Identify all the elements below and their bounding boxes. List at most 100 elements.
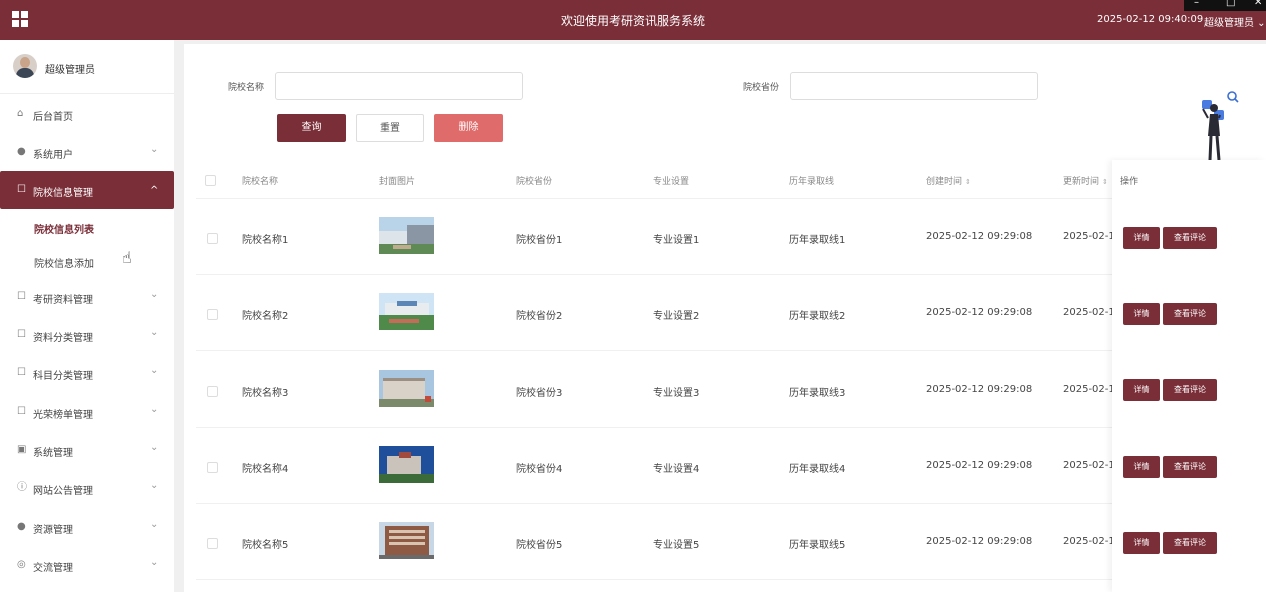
cell-name: 院校名称1 [242,235,289,246]
profile-name: 超级管理员 [45,65,95,76]
sidebar-item-communication[interactable]: ◎ 交流管理 ⌄ [0,546,174,584]
cell-score: 历年录取线3 [789,388,846,399]
sidebar-item-label: 资源管理 [33,525,73,536]
pin-icon: ● [17,521,26,532]
sidebar-item-label: 资料分类管理 [33,333,93,344]
sidebar-item-honor-roll[interactable]: ☐ 光荣榜单管理 ⌄ [0,393,174,431]
cell-province: 院校省份4 [516,464,563,475]
avatar [13,54,37,78]
select-all-checkbox[interactable] [205,175,216,186]
row-checkbox[interactable] [207,386,218,397]
chevron-down-icon: ⌄ [1254,18,1266,29]
user-menu-label: 超级管理员 [1204,18,1254,29]
cell-major: 专业设置4 [653,464,700,475]
cell-score: 历年录取线5 [789,540,846,551]
close-button[interactable]: ✕ [1254,0,1262,8]
cell-name: 院校名称4 [242,464,289,475]
cell-created: 2025-02-12 09:29:08 [926,384,1033,395]
cell-name: 院校名称5 [242,540,289,551]
chevron-down-icon: ⌄ [150,557,159,568]
chevron-down-icon: ⌄ [150,365,159,376]
column-header-created[interactable]: 创建时间 ⇕ [926,174,971,187]
column-header-score: 历年录取线 [789,177,835,187]
chevron-up-icon: ^ [150,185,159,196]
cell-province: 院校省份1 [516,235,563,246]
cell-province: 院校省份5 [516,540,563,551]
column-header-province: 院校省份 [516,177,553,187]
sidebar-item-school-management[interactable]: ☐ 院校信息管理 ^ [0,171,174,209]
sort-icon[interactable]: ⇕ [1102,178,1108,186]
header-datetime: 2025-02-12 09:40:09 [1097,14,1204,25]
sidebar-item-resources[interactable]: ● 资源管理 ⌄ [0,508,174,546]
sidebar-item-announcements[interactable]: ⓘ 网站公告管理 ⌄ [0,469,174,507]
view-comments-button[interactable]: 查看评论 [1163,379,1217,401]
sidebar-item-system[interactable]: ▣ 系统管理 ⌄ [0,431,174,469]
table-row: 院校名称5 院校省份5 专业设置5 历年录取线5 2025-02-12 09:2… [196,504,1249,580]
sidebar-item-material-categories[interactable]: ☐ 资料分类管理 ⌄ [0,316,174,354]
main-panel: 院校名称 院校省份 查询 重置 删除 院校名称 封面图片 院校省份 专业设置 历… [184,44,1266,592]
cell-major: 专业设置5 [653,540,700,551]
sidebar-item-label: 光荣榜单管理 [33,410,93,421]
column-header-label: 创建时间 [926,177,963,187]
cover-image[interactable] [379,370,434,407]
sidebar-item-label: 网站公告管理 [33,486,93,497]
sidebar: 超级管理员 ⌂ 后台首页 ● 系统用户 ⌄ ☐ 院校信息管理 ^ 院校信息列表 … [0,40,174,592]
sidebar-item-label: 系统管理 [33,448,73,459]
detail-button[interactable]: 详情 [1123,532,1160,554]
sidebar-item-label: 院校信息管理 [33,188,93,199]
maximize-button[interactable]: □ [1226,0,1235,8]
row-checkbox[interactable] [207,538,218,549]
column-header-actions: 操作 [1120,177,1139,187]
cell-major: 专业设置1 [653,235,700,246]
detail-button[interactable]: 详情 [1123,379,1160,401]
sidebar-item-label: 系统用户 [33,150,73,161]
view-comments-button[interactable]: 查看评论 [1163,532,1217,554]
row-checkbox[interactable] [207,462,218,473]
window-controls: – □ ✕ [1184,0,1266,11]
chat-icon: ◎ [17,559,26,570]
mouse-cursor-icon: ☝ [122,248,132,267]
operations-column: 操作 详情 查看评论 详情 查看评论 详情 查看评论 详情 查看评论 详情 查看… [1112,160,1266,592]
sidebar-item-materials[interactable]: ☐ 考研资料管理 ⌄ [0,278,174,316]
home-icon: ⌂ [17,108,24,119]
edit-icon: ☐ [17,291,26,302]
minimize-button[interactable]: – [1194,0,1199,8]
delete-button[interactable]: 删除 [434,114,503,142]
cover-image[interactable] [379,293,434,330]
cell-major: 专业设置2 [653,311,700,322]
query-button[interactable]: 查询 [277,114,346,142]
info-icon: ⓘ [17,482,27,493]
detail-button[interactable]: 详情 [1123,456,1160,478]
row-checkbox[interactable] [207,233,218,244]
cell-major: 专业设置3 [653,388,700,399]
detail-button[interactable]: 详情 [1123,303,1160,325]
view-comments-button[interactable]: 查看评论 [1163,456,1217,478]
sidebar-subitem-school-add[interactable]: 院校信息添加 [34,255,94,270]
cell-score: 历年录取线2 [789,311,846,322]
user-menu[interactable]: 超级管理员 ⌄ [1204,14,1266,29]
sidebar-item-subject-categories[interactable]: ☐ 科目分类管理 ⌄ [0,354,174,392]
school-name-label: 院校名称 [228,83,265,93]
reset-button[interactable]: 重置 [356,114,424,142]
chevron-down-icon: ⌄ [150,519,159,530]
column-header-name: 院校名称 [242,177,279,187]
chevron-down-icon: ⌄ [150,144,159,155]
cover-image[interactable] [379,446,434,483]
sidebar-item-label: 交流管理 [33,563,73,574]
view-comments-button[interactable]: 查看评论 [1163,303,1217,325]
sort-icon[interactable]: ⇕ [965,178,971,186]
chevron-down-icon: ⌄ [150,289,159,300]
cover-image[interactable] [379,217,434,254]
school-province-input[interactable] [790,72,1038,100]
sidebar-profile: 超级管理员 [0,40,174,94]
sidebar-subitem-school-list[interactable]: 院校信息列表 [34,221,94,236]
cover-image[interactable] [379,522,434,559]
sidebar-item-home[interactable]: ⌂ 后台首页 [0,95,174,133]
detail-button[interactable]: 详情 [1123,227,1160,249]
sidebar-item-system-users[interactable]: ● 系统用户 ⌄ [0,133,174,171]
column-header-updated[interactable]: 更新时间 ⇕ [1063,174,1108,187]
top-header: 欢迎使用考研资讯服务系统 2025-02-12 09:40:09 超级管理员 ⌄ [0,0,1266,40]
row-checkbox[interactable] [207,309,218,320]
view-comments-button[interactable]: 查看评论 [1163,227,1217,249]
school-name-input[interactable] [275,72,523,100]
